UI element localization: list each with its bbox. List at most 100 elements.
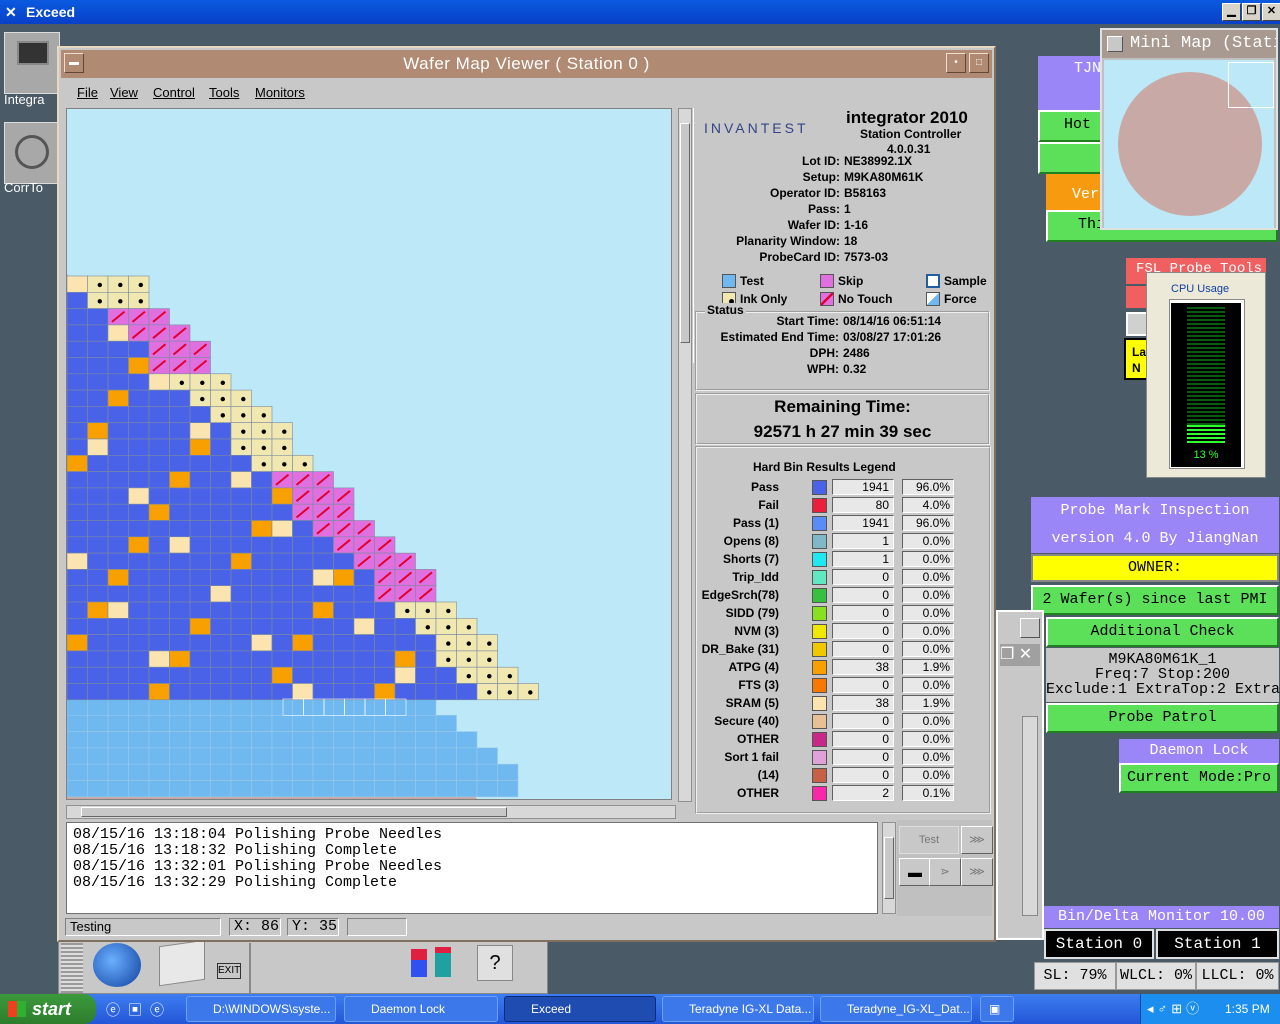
die-ink[interactable] [107,292,129,309]
die-test[interactable] [67,747,88,765]
die-test[interactable] [271,714,293,732]
die-ink[interactable] [210,373,232,391]
die-pass[interactable] [353,683,375,701]
die-atpg[interactable] [189,617,211,635]
die-pass[interactable] [230,536,252,554]
die-test[interactable] [107,698,129,716]
die-test[interactable] [312,763,334,781]
die-pass[interactable] [189,520,211,538]
die-test[interactable] [107,714,129,732]
die-atpg[interactable] [148,503,170,521]
die-pass[interactable] [128,520,150,538]
die-pass[interactable] [333,666,355,684]
die-pass[interactable] [87,340,109,358]
die-pass[interactable] [87,617,109,635]
die-pass[interactable] [353,585,375,603]
die-pass[interactable] [394,634,416,652]
window-menu-button[interactable]: ▬ [64,53,84,73]
die-test[interactable] [435,780,457,798]
die-sram[interactable] [169,536,191,554]
die-pass[interactable] [292,585,314,603]
die-test[interactable] [128,780,150,798]
die-pass[interactable] [169,487,191,505]
die-pass[interactable] [128,454,150,472]
die-pass[interactable] [67,324,88,342]
die-sram[interactable] [128,487,150,505]
die-test[interactable] [87,714,109,732]
die-pass[interactable] [333,552,355,570]
die-pass[interactable] [87,536,109,554]
die-pass[interactable] [87,585,109,603]
die-pass[interactable] [312,585,334,603]
die-pass[interactable] [271,601,293,619]
die-pass[interactable] [189,454,211,472]
die-pass[interactable] [251,601,273,619]
bin-icon-2[interactable] [435,947,451,977]
die-test[interactable] [107,731,129,749]
die-pass[interactable] [148,520,170,538]
die-test[interactable] [148,731,170,749]
log-scroll-thumb[interactable] [884,837,894,899]
die-test[interactable] [251,763,273,781]
probe-patrol-button[interactable]: Probe Patrol [1046,703,1279,733]
die-test[interactable] [415,763,437,781]
die-pass[interactable] [230,454,252,472]
die-test[interactable] [353,731,375,749]
editor-icon[interactable] [159,939,205,987]
die-pass[interactable] [128,617,150,635]
die-test[interactable] [210,698,232,716]
die-test[interactable] [67,698,88,716]
die-pass[interactable] [210,569,232,586]
die-pass[interactable] [169,503,191,521]
die-pass[interactable] [312,536,334,554]
die-pass[interactable] [169,454,191,472]
die-pass[interactable] [128,422,150,440]
die-ink[interactable] [251,438,273,456]
die-test[interactable] [148,747,170,765]
mini-map-view-rect[interactable] [1228,62,1274,108]
die-pass[interactable] [128,569,150,586]
integrator-icon[interactable] [4,32,60,94]
die-pass[interactable] [107,340,129,358]
die-test[interactable] [230,731,252,749]
die-pass[interactable] [67,503,88,521]
die-pass[interactable] [107,634,129,652]
bin-icon-1[interactable] [411,949,427,977]
die-test[interactable] [435,714,457,732]
die-ink[interactable] [476,683,498,701]
die-test[interactable] [210,747,232,765]
die-test[interactable] [292,714,314,732]
die-test[interactable] [394,698,416,716]
die-pass[interactable] [87,373,109,391]
die-ink[interactable] [189,389,211,407]
die-pass[interactable] [148,634,170,652]
die-pass[interactable] [415,666,437,684]
die-test[interactable] [415,780,437,798]
die-test[interactable] [67,763,88,781]
die-test[interactable] [148,763,170,781]
die-pass[interactable] [251,503,273,521]
die-pass[interactable] [333,585,355,603]
die-ink[interactable] [456,650,478,668]
die-pass[interactable] [169,406,191,423]
die-pass[interactable] [67,520,88,538]
die-atpg[interactable] [251,520,273,538]
die-pass[interactable] [107,422,129,440]
station1-tab[interactable]: Station 1 [1156,929,1279,959]
die-pass[interactable] [107,617,129,635]
die-test[interactable] [251,714,273,732]
die-ink[interactable] [230,406,252,423]
taskbar-item-daemon[interactable]: Daemon Lock [344,996,498,1022]
die-ink[interactable] [230,389,252,407]
die-ink[interactable] [128,292,150,309]
die-pass[interactable] [67,536,88,554]
die-pass[interactable] [128,471,150,489]
die-pass[interactable] [148,536,170,554]
taskbar-item-teradyne2[interactable]: Teradyne_IG-XL_Dat... [820,996,972,1022]
die-atpg[interactable] [148,683,170,701]
die-pass[interactable] [292,552,314,570]
die-pass[interactable] [251,585,273,603]
die-pass[interactable] [251,536,273,554]
wafer-map-canvas[interactable] [66,108,672,800]
die-pass[interactable] [210,634,232,652]
